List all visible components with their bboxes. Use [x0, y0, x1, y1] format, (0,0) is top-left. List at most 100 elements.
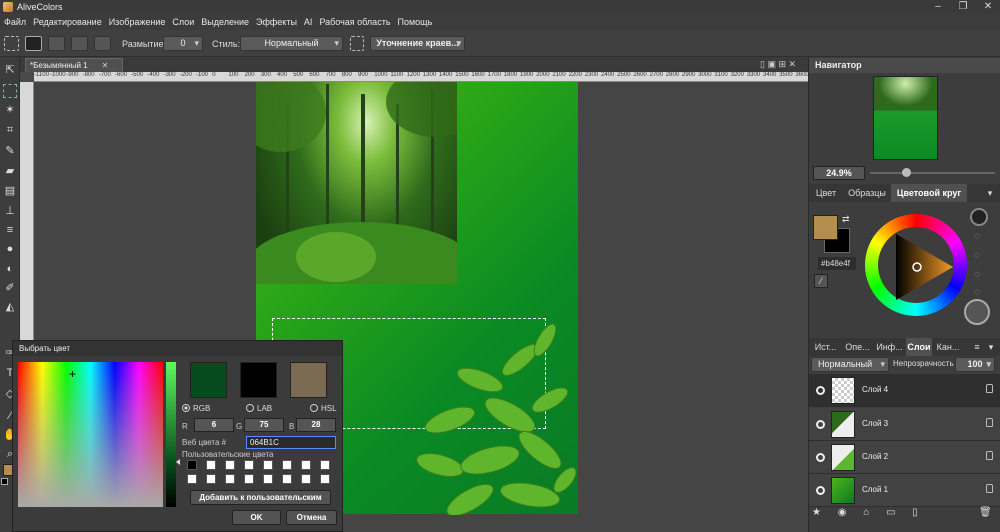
style-select[interactable]: Нормальный: [240, 36, 343, 51]
color-triangle[interactable]: [865, 214, 967, 316]
zoom-slider-handle[interactable]: [902, 168, 911, 177]
document-tab[interactable]: *Безымянный 1 ✕: [25, 58, 123, 72]
new-selection-icon[interactable]: [25, 36, 42, 51]
visibility-eye-icon[interactable]: [816, 420, 825, 429]
eraser-tool-icon[interactable]: ▰: [3, 164, 17, 178]
custom-color-cell[interactable]: [282, 474, 292, 484]
hex-color-field[interactable]: #b48e4f: [818, 257, 856, 270]
ok-button[interactable]: OK: [232, 510, 281, 525]
b-input[interactable]: 28: [296, 418, 336, 432]
lock-icon[interactable]: [986, 384, 993, 393]
stamp-tool-icon[interactable]: ⊥: [3, 204, 17, 218]
custom-color-cell[interactable]: [225, 460, 235, 470]
custom-color-cell[interactable]: [301, 474, 311, 484]
menu-workspace[interactable]: Рабочая область: [319, 17, 390, 27]
rgb-radio[interactable]: RGB: [182, 404, 210, 413]
menu-effects[interactable]: Эффекты: [256, 17, 297, 27]
blur-select[interactable]: 0: [163, 36, 203, 51]
close-tab-icon[interactable]: ✕: [102, 61, 109, 70]
refine-edges-button[interactable]: Уточнение краев...: [370, 36, 465, 51]
tab-channels[interactable]: Кан...: [932, 338, 964, 356]
wheel-mode-icon[interactable]: [970, 208, 988, 226]
spectrum-crosshair[interactable]: +: [69, 368, 76, 380]
brush-tool-icon[interactable]: ✎: [3, 144, 17, 158]
menu-help[interactable]: Помощь: [398, 17, 433, 27]
hsl-radio[interactable]: HSL: [310, 404, 337, 413]
menu-select[interactable]: Выделение: [201, 17, 249, 27]
blend-mode-select[interactable]: Нормальный: [811, 357, 889, 372]
layers-actions-bar[interactable]: ★ ◉ ⌂ ▭ ▯: [812, 507, 992, 521]
g-input[interactable]: 75: [244, 418, 284, 432]
tab-color[interactable]: Цвет: [809, 184, 843, 202]
layer-row-2[interactable]: Слой 2: [809, 441, 1000, 474]
custom-color-cell[interactable]: [206, 460, 216, 470]
menu-file[interactable]: Файл: [4, 17, 26, 27]
cancel-button[interactable]: Отмена: [286, 510, 337, 525]
delete-layer-icon[interactable]: 🗑: [979, 507, 992, 518]
eyedropper-icon[interactable]: ⁄: [814, 274, 828, 288]
custom-color-cell[interactable]: [187, 460, 197, 470]
layers-collapse-icon[interactable]: ▾: [985, 338, 997, 356]
subtract-selection-icon[interactable]: [71, 36, 88, 51]
feather-icon[interactable]: [350, 36, 364, 51]
layer-row-4[interactable]: Слой 4: [809, 374, 1000, 407]
tab-layers[interactable]: Слои: [906, 338, 932, 356]
move-tool-icon[interactable]: ⇱: [3, 63, 17, 77]
tab-info[interactable]: Инф...: [873, 338, 906, 356]
harmony-icon-3[interactable]: ◌: [974, 269, 980, 280]
add-to-custom-button[interactable]: Добавить к пользовательским: [190, 490, 331, 505]
foreground-color-box[interactable]: [813, 215, 838, 240]
maximize-icon[interactable]: ❐: [951, 0, 975, 14]
smudge-tool-icon[interactable]: ✐: [3, 281, 17, 295]
menu-image[interactable]: Изображение: [109, 17, 166, 27]
visibility-eye-icon[interactable]: [816, 486, 825, 495]
opacity-select[interactable]: 100: [955, 357, 995, 372]
crop-tool-icon[interactable]: ⌗: [3, 123, 17, 137]
sharpen-tool-icon[interactable]: ◭: [3, 300, 17, 314]
visibility-eye-icon[interactable]: [816, 386, 825, 395]
lab-radio[interactable]: LAB: [246, 404, 272, 413]
custom-color-cell[interactable]: [244, 460, 254, 470]
layer-row-1[interactable]: Слой 1: [809, 474, 1000, 507]
tab-color-wheel[interactable]: Цветовой круг: [891, 184, 967, 202]
tab-history[interactable]: Ист...: [809, 338, 842, 356]
color-wheel[interactable]: [865, 214, 967, 316]
close-icon[interactable]: ✕: [976, 0, 1000, 14]
menu-layers[interactable]: Слои: [172, 17, 194, 27]
minimize-icon[interactable]: –: [926, 0, 950, 14]
dodge-tool-icon[interactable]: ◐: [3, 262, 17, 276]
blur-drop-tool-icon[interactable]: ●: [3, 242, 17, 256]
harmony-icon-2[interactable]: ◌: [974, 250, 980, 261]
color-panel-menu-icon[interactable]: ▾: [983, 184, 997, 202]
lock-icon[interactable]: [986, 418, 993, 427]
navigator-thumbnail[interactable]: [873, 76, 938, 160]
custom-color-cell[interactable]: [244, 474, 254, 484]
tab-menu-icon[interactable]: ▯ ▣ ⊞ ✕: [760, 59, 796, 70]
custom-color-cell[interactable]: [187, 474, 197, 484]
healing-tool-icon[interactable]: ≡: [3, 223, 17, 237]
layers-menu-icon[interactable]: ≡: [971, 338, 983, 356]
custom-color-cell[interactable]: [320, 474, 330, 484]
zoom-slider[interactable]: [870, 172, 995, 174]
custom-color-cell[interactable]: [206, 474, 216, 484]
layer-row-3[interactable]: Слой 3: [809, 408, 1000, 441]
tab-swatches[interactable]: Образцы: [843, 184, 891, 202]
tab-operations[interactable]: Опе...: [842, 338, 873, 356]
marquee-tool-icon[interactable]: .: [3, 84, 17, 98]
menu-edit[interactable]: Редактирование: [33, 17, 102, 27]
r-input[interactable]: 6: [194, 418, 234, 432]
custom-color-cell[interactable]: [320, 460, 330, 470]
swap-colors-icon[interactable]: ⇄: [842, 214, 850, 225]
custom-color-cell[interactable]: [263, 474, 273, 484]
custom-color-cell[interactable]: [301, 460, 311, 470]
brightness-slider-handle[interactable]: [176, 459, 180, 465]
custom-color-cell[interactable]: [282, 460, 292, 470]
lock-icon[interactable]: [986, 484, 993, 493]
gradient-tool-icon[interactable]: ▤: [3, 184, 17, 198]
visibility-eye-icon[interactable]: [816, 453, 825, 462]
intersect-selection-icon[interactable]: [94, 36, 111, 51]
lock-icon[interactable]: [986, 451, 993, 460]
magic-wand-icon[interactable]: ✶: [3, 103, 17, 117]
brightness-slider[interactable]: [166, 362, 176, 507]
color-spectrum[interactable]: [18, 362, 163, 507]
